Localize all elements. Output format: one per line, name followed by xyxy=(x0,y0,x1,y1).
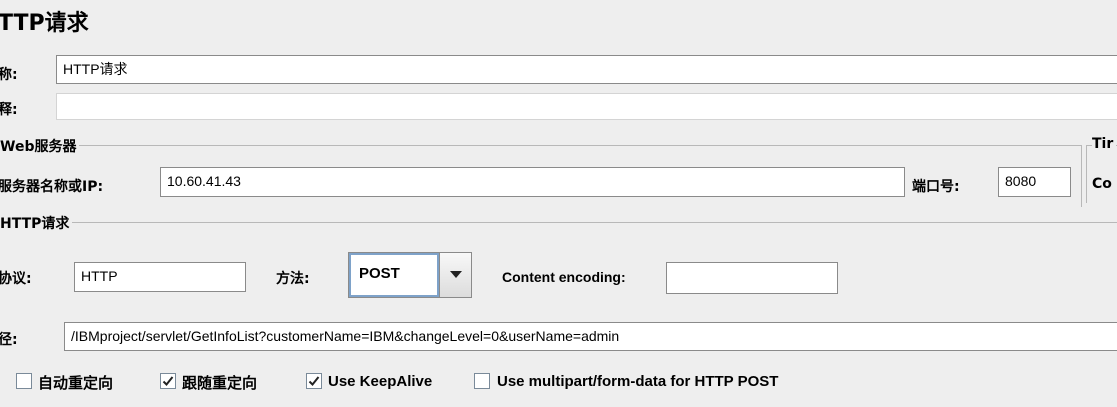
chevron-down-icon[interactable] xyxy=(439,253,471,297)
multipart-checkbox[interactable] xyxy=(474,373,490,389)
http-request-group-title: HTTP请求 xyxy=(0,213,73,233)
method-select[interactable]: POST xyxy=(348,252,472,298)
http-request-group-border xyxy=(0,222,1117,223)
timeouts-group-title: Tir xyxy=(1092,136,1117,152)
keepalive-checkbox[interactable] xyxy=(306,373,322,389)
content-encoding-field[interactable] xyxy=(666,262,838,294)
name-field[interactable]: HTTP请求 xyxy=(56,55,1117,84)
comment-label: 释: xyxy=(0,102,18,118)
checkmark-icon xyxy=(162,376,174,386)
method-label: 方法: xyxy=(276,271,310,287)
follow-redirects-checkbox[interactable] xyxy=(160,373,176,389)
follow-redirects-label: 跟随重定向 xyxy=(182,375,258,392)
path-label: 径: xyxy=(0,332,18,348)
auto-redirect-checkbox[interactable] xyxy=(16,373,32,389)
keepalive-label: Use KeepAlive xyxy=(328,373,433,390)
multipart-label: Use multipart/form-data for HTTP POST xyxy=(497,373,779,390)
path-field[interactable]: /IBMproject/servlet/GetInfoList?customer… xyxy=(64,322,1117,351)
web-server-group-border xyxy=(0,145,1082,146)
web-server-group-title: Web服务器 xyxy=(0,136,80,156)
protocol-field[interactable]: HTTP xyxy=(74,262,246,292)
server-label: 服务器名称或IP: xyxy=(0,179,104,195)
port-label: 端口号: xyxy=(912,179,960,195)
method-select-value: POST xyxy=(349,253,439,297)
timeouts-group xyxy=(1086,145,1117,203)
server-field[interactable]: 10.60.41.43 xyxy=(160,167,905,197)
checkmark-icon xyxy=(308,376,320,386)
comment-field[interactable] xyxy=(56,93,1117,120)
name-label: 称: xyxy=(0,67,18,83)
port-field[interactable]: 8080 xyxy=(998,167,1071,197)
content-encoding-label: Content encoding: xyxy=(502,269,626,285)
auto-redirect-label: 自动重定向 xyxy=(38,375,114,392)
connect-timeout-label: Co xyxy=(1092,176,1112,192)
page-title: TTP请求 xyxy=(0,11,89,36)
protocol-label: 协议: xyxy=(0,271,32,287)
